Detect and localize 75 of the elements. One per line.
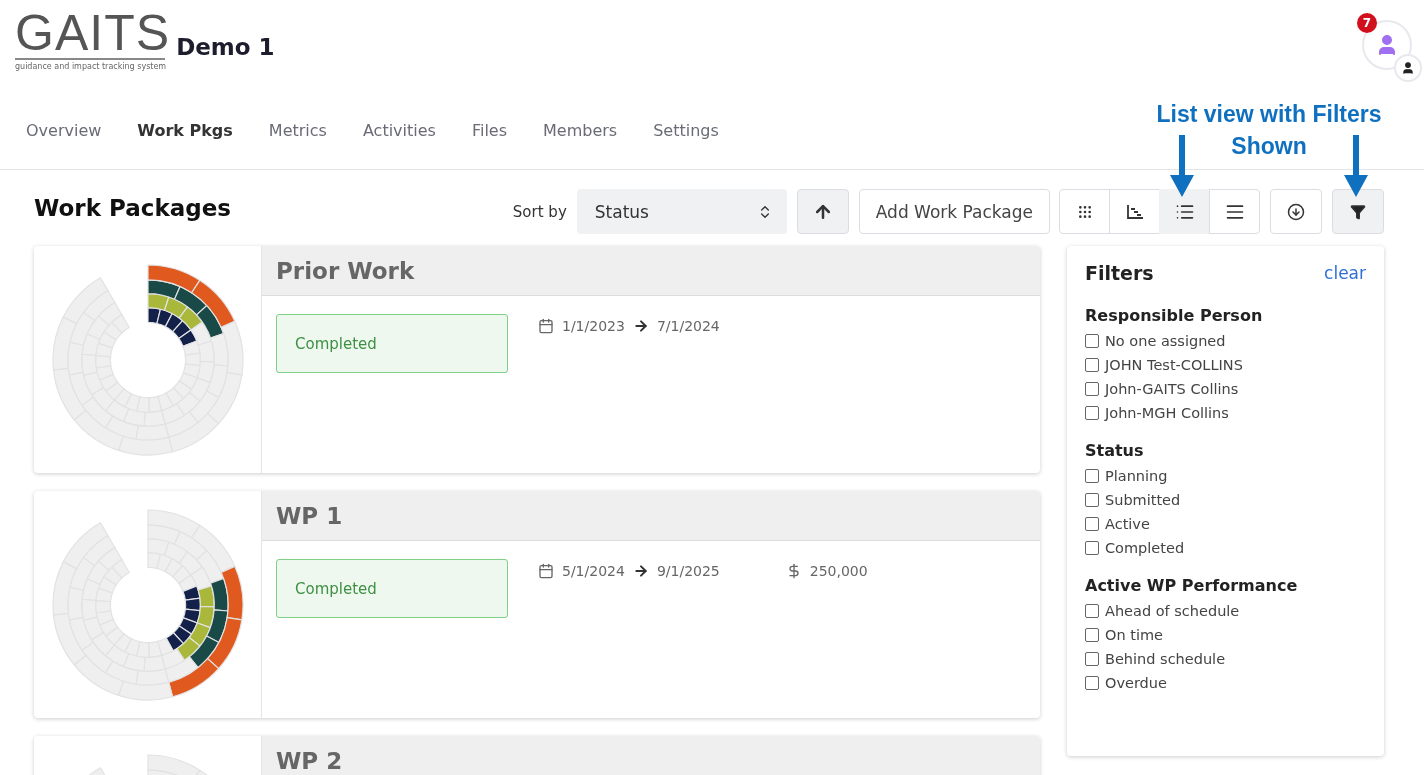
option-label: Ahead of schedule [1105, 603, 1240, 619]
filter-button[interactable] [1332, 189, 1384, 234]
nav-tab[interactable]: Metrics [250, 113, 345, 148]
annotation-text: List view with Filters Shown [1155, 100, 1383, 161]
checkbox[interactable] [1085, 334, 1099, 348]
panel-title: Filters [1085, 262, 1154, 284]
status-label: Completed [276, 559, 508, 618]
option-label: Active [1105, 516, 1150, 532]
end-date: 7/1/2024 [656, 318, 720, 334]
view-button[interactable] [1159, 189, 1210, 234]
checkbox[interactable] [1085, 493, 1099, 507]
card-title: WP 1 [262, 491, 1040, 541]
account-avatar[interactable] [1394, 54, 1422, 82]
nav-tab[interactable]: Overview [8, 113, 120, 148]
group-title: Responsible Person [1085, 306, 1264, 325]
work-package-card[interactable]: WP 1 Completed 5/1/2024 9/1/2025 250,000 [34, 491, 1040, 718]
calendar-icon [538, 318, 554, 334]
group-title: Status [1085, 441, 1145, 460]
work-package-card[interactable]: Prior Work Completed 1/1/2023 7/1/2024 [34, 246, 1040, 473]
project-title: Demo 1 [176, 33, 275, 60]
option-label: On time [1105, 627, 1163, 643]
download-button[interactable] [1270, 189, 1322, 234]
card-title: WP 2 [262, 736, 1040, 775]
filter-icon [1350, 203, 1366, 220]
nav-tab[interactable]: Work Pkgs [119, 113, 251, 148]
option-label: JOHN Test-COLLINS [1105, 357, 1243, 373]
start-date: 1/1/2023 [562, 318, 625, 334]
timeline-icon [1125, 203, 1144, 220]
sort-label: Sort by [512, 202, 567, 221]
option-label: Overdue [1105, 675, 1167, 691]
nav-tab[interactable]: Members [525, 113, 636, 148]
checkbox[interactable] [1085, 517, 1099, 531]
notification-badge: 7 [1357, 13, 1377, 33]
sort-direction-button[interactable] [796, 189, 849, 234]
work-package-card[interactable]: WP 2 [34, 736, 1040, 775]
checkbox[interactable] [1085, 358, 1099, 372]
view-button[interactable] [1209, 189, 1260, 234]
clear-link[interactable]: clear [1324, 263, 1366, 283]
option-label: Planning [1105, 468, 1168, 484]
card-title: Prior Work [262, 246, 1040, 296]
arrow-annotation [1344, 135, 1368, 197]
option-label: Submitted [1105, 492, 1181, 508]
arrow-annotation [1170, 135, 1194, 197]
checkbox[interactable] [1085, 541, 1099, 555]
option-label: No one assigned [1105, 333, 1226, 349]
logo-wordmark: GAITS [15, 10, 165, 60]
option-label: John-GAITS Collins [1105, 381, 1239, 397]
option-label: Completed [1105, 540, 1185, 556]
checkbox[interactable] [1085, 604, 1099, 618]
download-icon [1287, 202, 1305, 221]
checkbox[interactable] [1085, 652, 1099, 666]
nav-tab[interactable]: Activities [344, 113, 454, 148]
group-title: Active WP Performance [1085, 576, 1299, 595]
checkbox[interactable] [1085, 382, 1099, 396]
view-button[interactable] [1109, 189, 1160, 234]
sort-select[interactable]: Status [576, 189, 787, 234]
nav-tab[interactable]: Files [453, 113, 526, 148]
budget-value: 250,000 [809, 563, 868, 579]
checkbox[interactable] [1085, 676, 1099, 690]
grid-icon [1076, 203, 1093, 220]
arrow-icon [632, 563, 649, 579]
calendar-icon [538, 563, 554, 579]
status-label: Completed [276, 314, 508, 373]
checkbox[interactable] [1085, 406, 1099, 420]
person-icon [1401, 61, 1415, 75]
add-button[interactable]: Add Work Package [858, 189, 1050, 234]
end-date: 9/1/2025 [656, 563, 720, 579]
option-label: John-MGH Collins [1105, 405, 1229, 421]
option-label: Behind schedule [1105, 651, 1226, 667]
page-title: Work Packages [34, 194, 231, 221]
start-date: 5/1/2024 [562, 563, 625, 579]
checkbox[interactable] [1085, 628, 1099, 642]
logo-tagline: guidance and impact tracking system [15, 62, 167, 71]
nav-tab[interactable]: Settings [635, 113, 737, 148]
checkbox[interactable] [1085, 469, 1099, 483]
